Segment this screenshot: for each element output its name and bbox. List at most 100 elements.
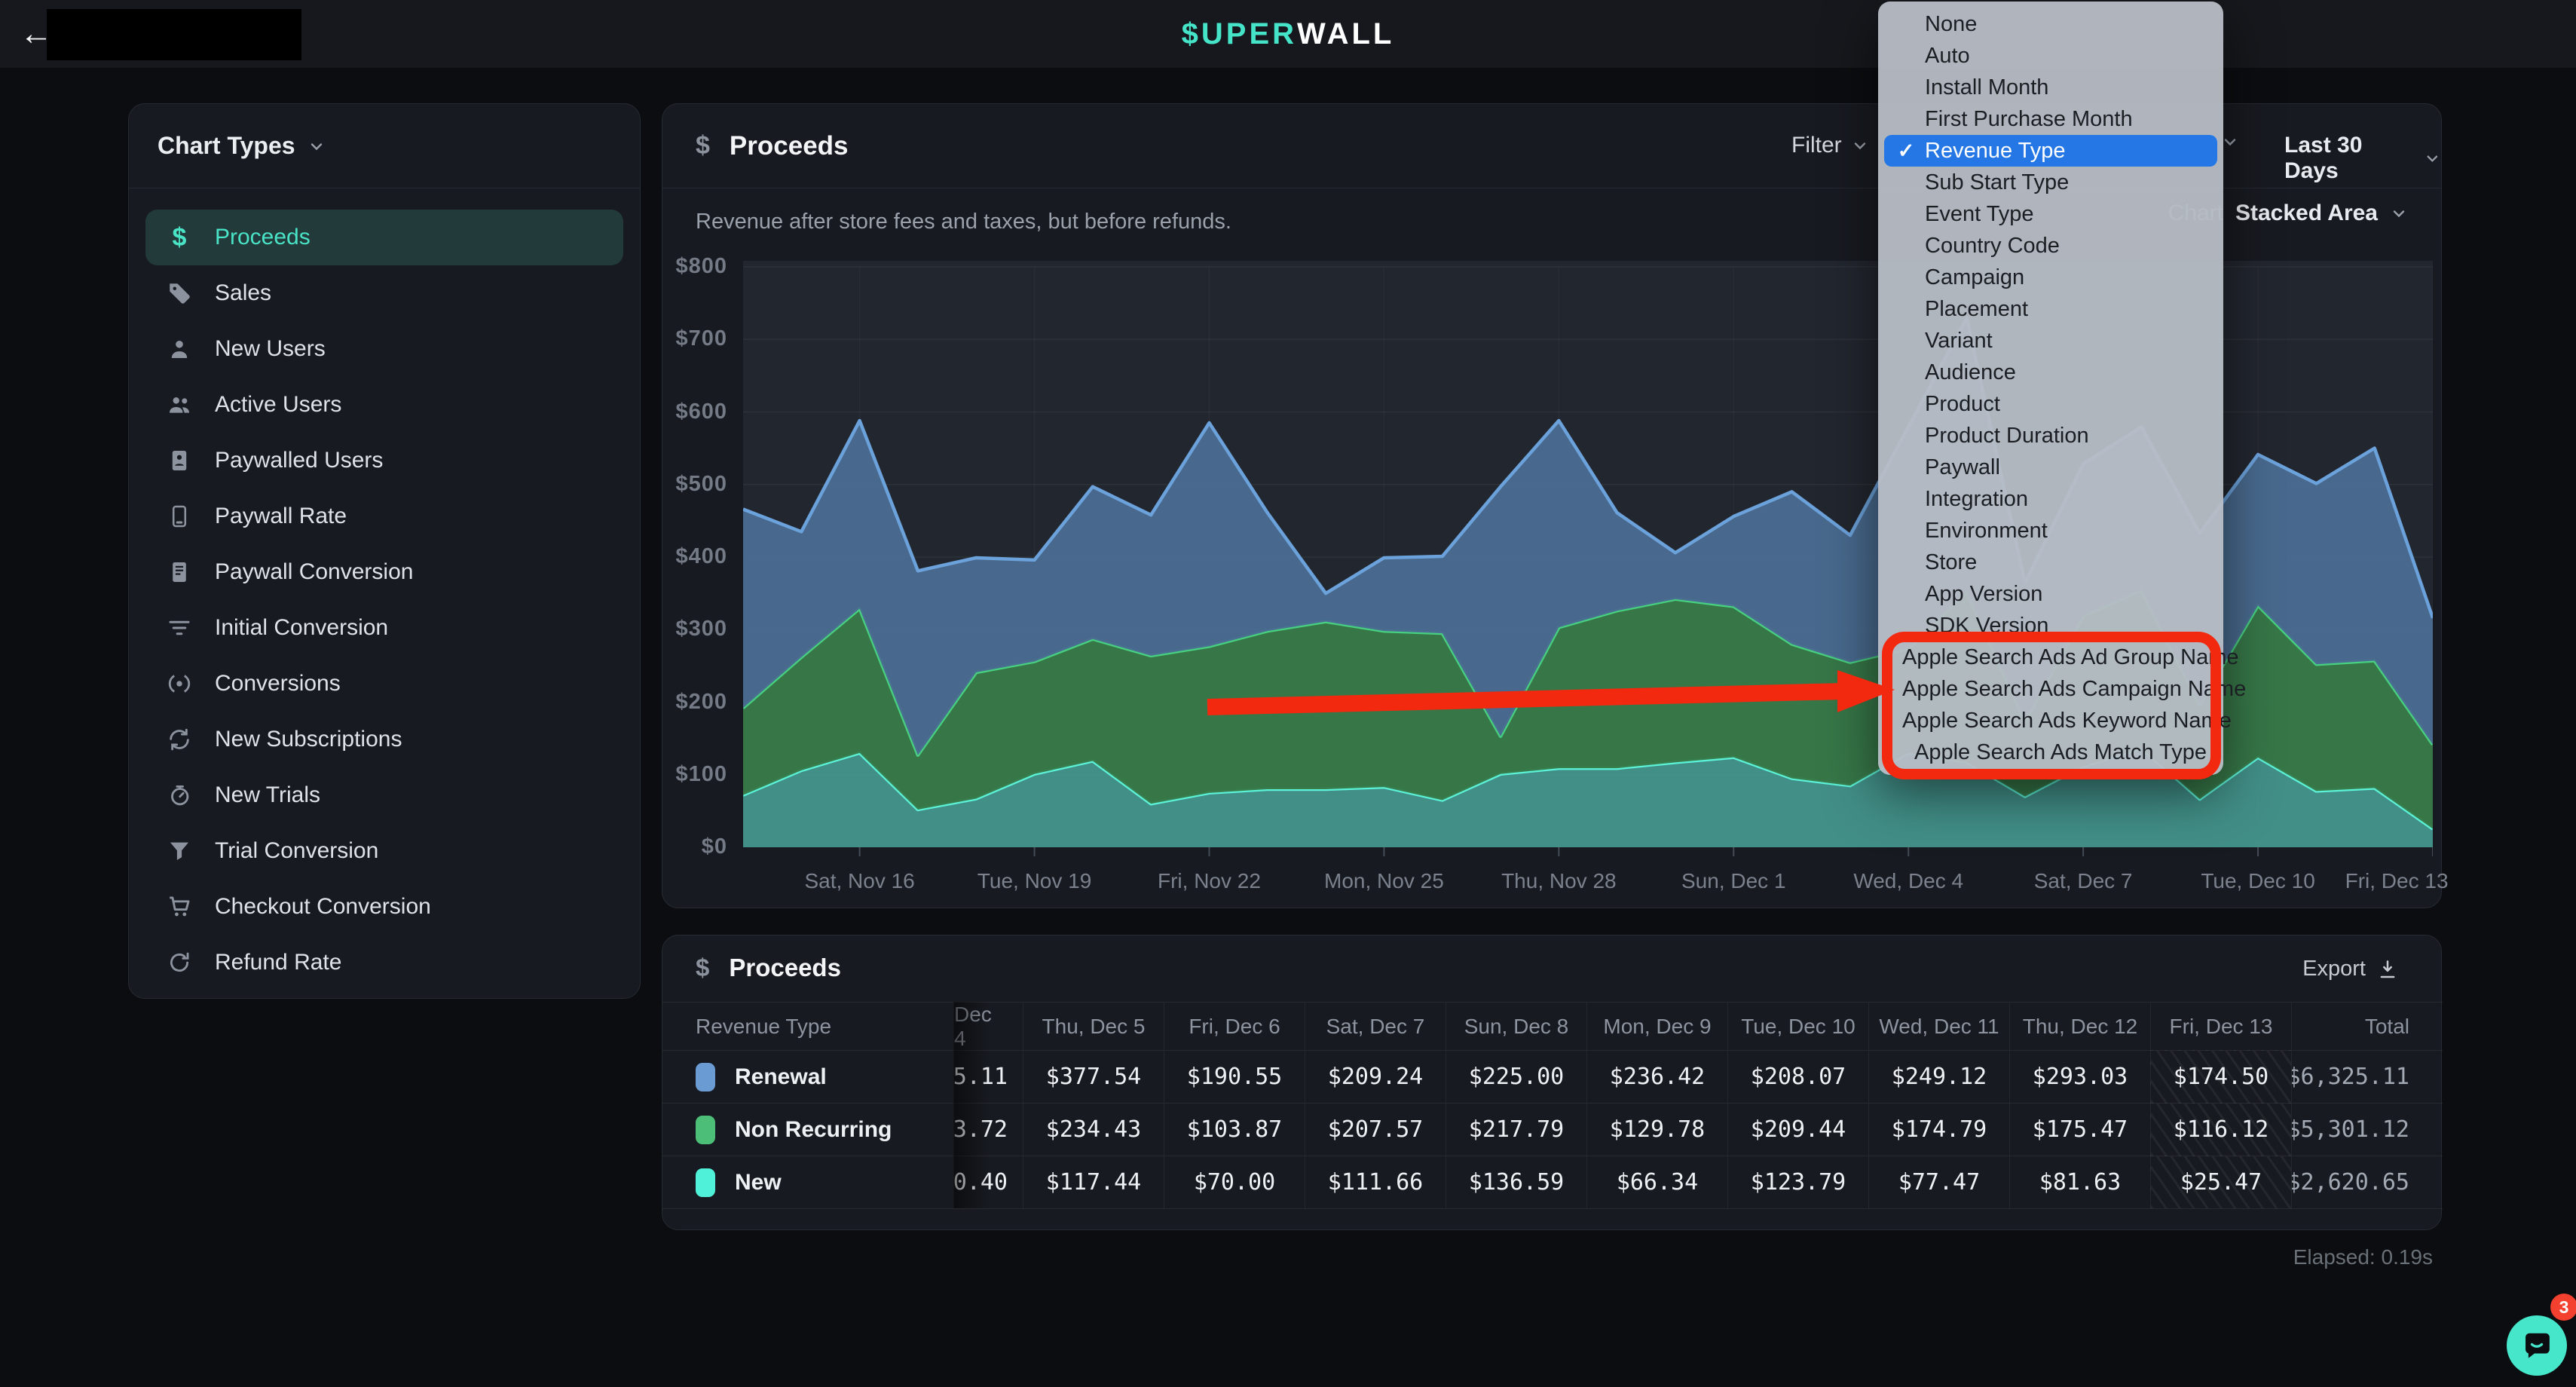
sidebar-item-new-users[interactable]: New Users [145, 321, 623, 377]
date-range-dropdown[interactable]: Last 30 Days [2284, 133, 2441, 184]
menu-item-label: Environment [1925, 519, 2048, 543]
sidebar-item-active-users[interactable]: Active Users [145, 377, 623, 433]
menu-item-sdk-version[interactable]: SDK Version [1884, 610, 2217, 641]
menu-item-paywall[interactable]: Paywall [1884, 452, 2217, 483]
table-column-header: Thu, Dec 5 [1023, 1002, 1164, 1050]
sidebar-item-initial-conversion[interactable]: Initial Conversion [145, 600, 623, 656]
timer-icon [165, 781, 194, 810]
menu-item-store[interactable]: Store [1884, 547, 2217, 578]
group-by-dropdown[interactable] [2221, 133, 2239, 151]
menu-item-label: App Version [1925, 582, 2042, 607]
table-column-header: Total [2291, 1002, 2443, 1050]
x-axis-label: Fri, Dec 13 [2345, 869, 2449, 893]
chat-widget-button[interactable] [2507, 1315, 2567, 1376]
menu-item-campaign[interactable]: Campaign [1884, 262, 2217, 293]
y-axis-label: $700 [662, 326, 727, 351]
menu-item-label: Auto [1925, 44, 1970, 69]
menu-item-label: Install Month [1925, 75, 2048, 100]
sidebar-item-label: New Trials [215, 782, 320, 808]
menu-item-environment[interactable]: Environment [1884, 515, 2217, 547]
menu-item-label: Variant [1925, 329, 1993, 354]
sidebar-item-label: Proceeds [215, 225, 311, 250]
sidebar-item-trial-conversion[interactable]: Trial Conversion [145, 823, 623, 879]
menu-item-first-purchase-month[interactable]: First Purchase Month [1884, 103, 2217, 135]
renewal-legend-chip [696, 1063, 715, 1092]
chart-description: Revenue after store fees and taxes, but … [696, 210, 1231, 234]
x-axis-label: Tue, Nov 19 [977, 869, 1091, 893]
menu-item-revenue-type[interactable]: ✓Revenue Type [1884, 135, 2217, 167]
sidebar-item-new-subscriptions[interactable]: New Subscriptions [145, 712, 623, 767]
table-cell: $174.50 [2150, 1050, 2291, 1103]
chat-bubble-icon [2519, 1328, 2554, 1363]
sidebar-item-label: Trial Conversion [215, 838, 378, 864]
table-cell: $293.03 [2009, 1050, 2150, 1103]
table-cell: $236.42 [1586, 1050, 1727, 1103]
table-row-label: Non Recurring [662, 1103, 953, 1156]
sidebar-header[interactable]: Chart Types [129, 104, 640, 188]
menu-item-label: Event Type [1925, 202, 2034, 227]
menu-item-event-type[interactable]: Event Type [1884, 198, 2217, 230]
group-by-menu: None Auto Install Month First Purchase Mont… [1878, 2, 2223, 775]
table-column-header: Sun, Dec 8 [1446, 1002, 1586, 1050]
table-cell: $81.63 [2009, 1156, 2150, 1208]
sidebar-item-refund-rate[interactable]: Refund Rate [145, 935, 623, 990]
menu-item-auto[interactable]: Auto [1884, 40, 2217, 72]
y-axis-label: $400 [662, 544, 727, 569]
logo-dollar-part: $UPER [1182, 17, 1297, 51]
menu-item-product[interactable]: Product [1884, 388, 2217, 420]
sidebar-item-new-trials[interactable]: New Trials [145, 767, 623, 823]
table-cell: $6,325.11 [2291, 1050, 2443, 1103]
menu-item-apple-search-ads-campaign-name[interactable]: Apple Search Ads Campaign Name [1884, 673, 2217, 705]
x-axis-label: Sat, Nov 16 [804, 869, 914, 893]
menu-item-apple-search-ads-keyword-name[interactable]: Apple Search Ads Keyword Name [1884, 705, 2217, 736]
filter-dropdown[interactable]: Filter [1791, 133, 1869, 158]
table-column-header: Tue, Dec 10 [1727, 1002, 1868, 1050]
x-axis-label: Sun, Dec 1 [1681, 869, 1786, 893]
menu-item-install-month[interactable]: Install Month [1884, 72, 2217, 103]
menu-item-variant[interactable]: Variant [1884, 325, 2217, 357]
table-panel-header: $ Proceeds [696, 954, 841, 982]
elapsed-time: Elapsed: 0.19s [2293, 1245, 2433, 1269]
menu-item-label: Paywall [1925, 455, 2000, 480]
menu-item-none[interactable]: None [1884, 8, 2217, 40]
menu-item-app-version[interactable]: App Version [1884, 578, 2217, 610]
table-row-label: New [662, 1156, 953, 1208]
menu-item-apple-search-ads-match-type[interactable]: Apple Search Ads Match Type [1884, 736, 2217, 768]
sidebar-item-proceeds[interactable]: $Proceeds [145, 210, 623, 265]
phone-icon [165, 502, 194, 531]
table-row-label: Renewal [662, 1050, 953, 1103]
sidebar-item-checkout-conversion[interactable]: Checkout Conversion [145, 879, 623, 935]
menu-item-sub-start-type[interactable]: Sub Start Type [1884, 167, 2217, 198]
chevron-down-icon [2221, 133, 2239, 151]
menu-item-country-code[interactable]: Country Code [1884, 230, 2217, 262]
sidebar-item-label: New Users [215, 336, 326, 362]
sidebar-item-label: Paywall Conversion [215, 559, 413, 585]
table-cell: $209.24 [1305, 1050, 1446, 1103]
menu-item-label: Campaign [1925, 265, 2024, 290]
menu-item-placement[interactable]: Placement [1884, 293, 2217, 325]
chart-type-value: Stacked Area [2235, 201, 2378, 226]
menu-item-integration[interactable]: Integration [1884, 483, 2217, 515]
proceeds-table-panel: $ Proceeds Export Revenue TypeDec 4Thu, … [662, 935, 2442, 1230]
table-cell: $234.43 [1023, 1103, 1164, 1156]
sidebar-item-paywalled-users[interactable]: Paywalled Users [145, 433, 623, 488]
target-dot-icon [165, 669, 194, 698]
table-column-header: Mon, Dec 9 [1586, 1002, 1727, 1050]
sidebar-item-label: Checkout Conversion [215, 894, 431, 920]
table-cell: $77.47 [1868, 1156, 2009, 1208]
dollar-icon: $ [696, 954, 709, 982]
y-axis-label: $0 [662, 834, 727, 859]
sidebar-item-paywall-rate[interactable]: Paywall Rate [145, 488, 623, 544]
menu-item-audience[interactable]: Audience [1884, 357, 2217, 388]
chat-unread-badge: 3 [2550, 1294, 2576, 1321]
sidebar-item-conversions[interactable]: Conversions [145, 656, 623, 712]
export-button[interactable]: Export [2302, 957, 2399, 981]
table-column-header: Thu, Dec 12 [2009, 1002, 2150, 1050]
sidebar-item-paywall-conversion[interactable]: Paywall Conversion [145, 544, 623, 600]
menu-item-apple-search-ads-ad-group-name[interactable]: Apple Search Ads Ad Group Name [1884, 641, 2217, 673]
sidebar-item-sales[interactable]: Sales [145, 265, 623, 321]
table-cell: $25.47 [2150, 1156, 2291, 1208]
menu-item-product-duration[interactable]: Product Duration [1884, 420, 2217, 452]
table-cell: $129.78 [1586, 1103, 1727, 1156]
revenue-type-label: Non Recurring [735, 1117, 892, 1143]
